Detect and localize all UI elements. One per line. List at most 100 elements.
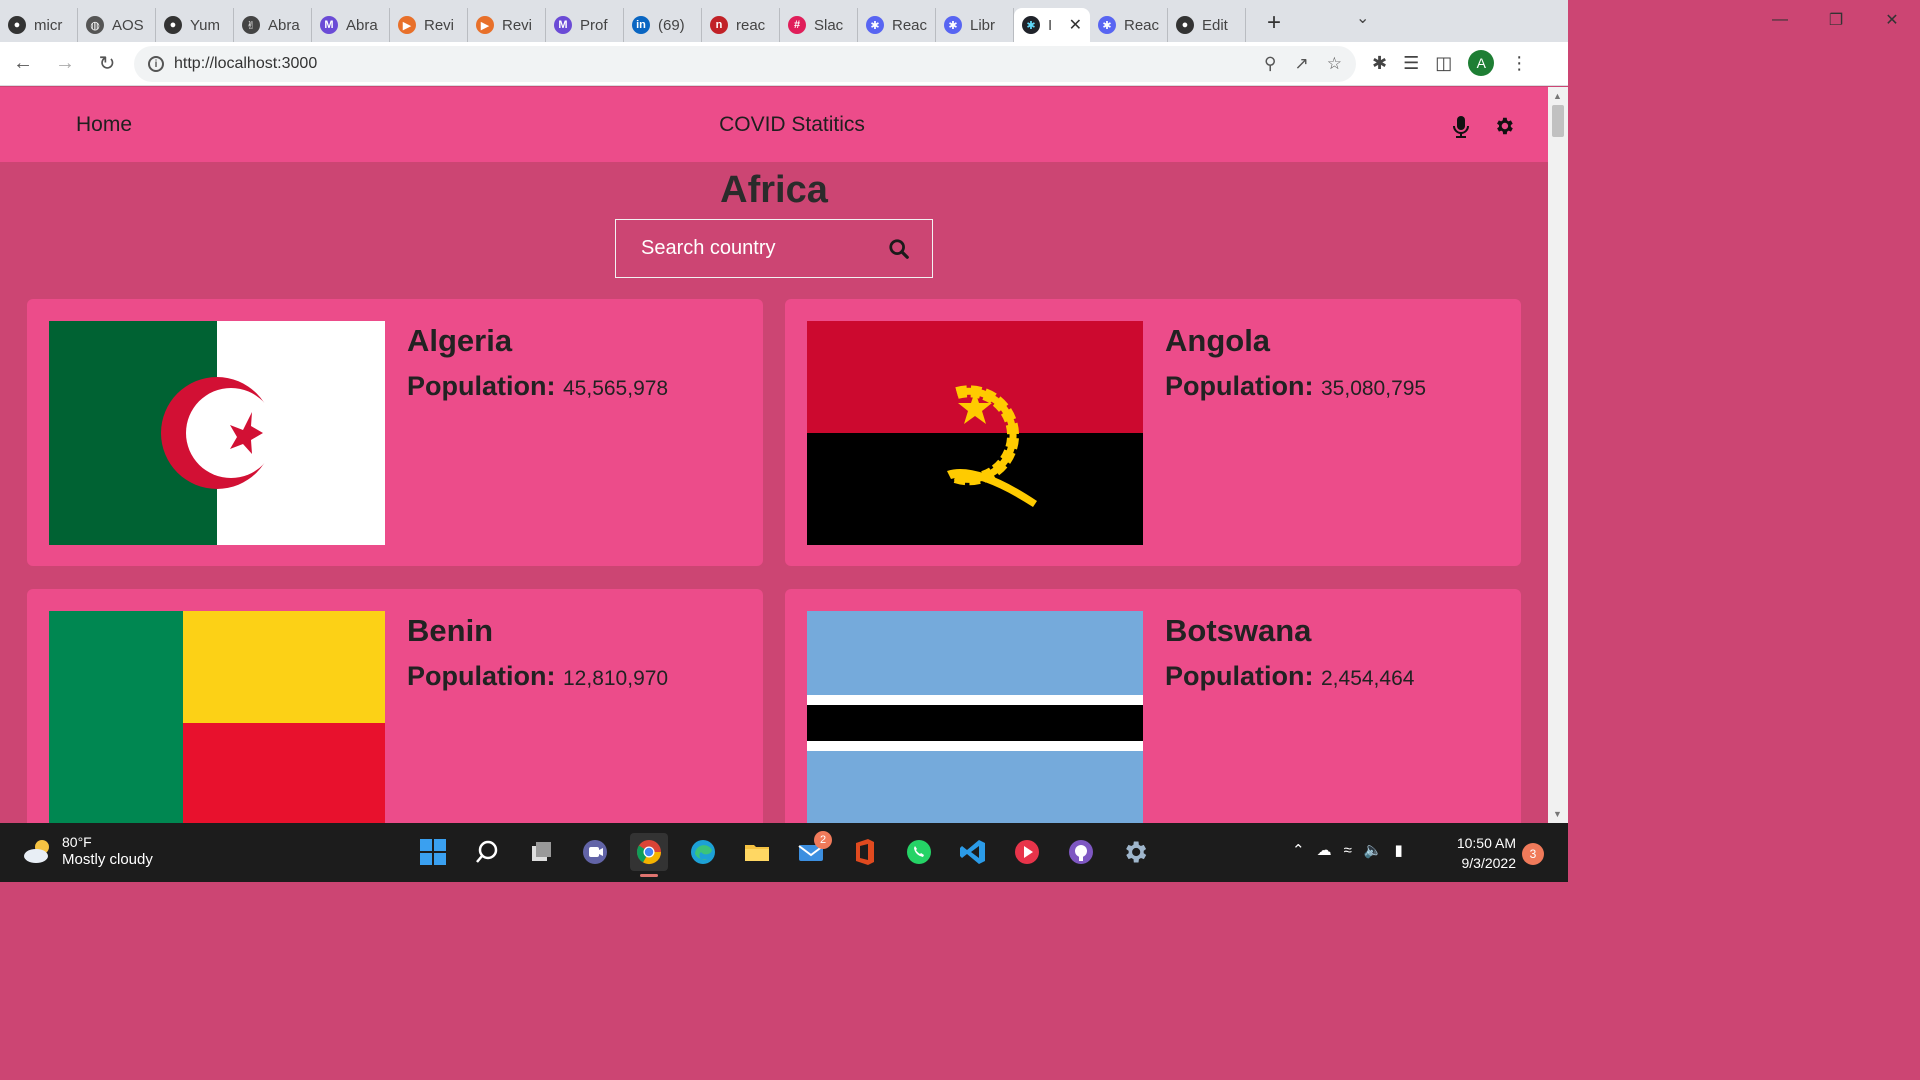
browser-tab[interactable]: M Abra [312, 8, 390, 42]
country-name: Algeria [407, 323, 513, 358]
tab-search-chevron-icon[interactable]: ⌄ [1356, 8, 1369, 28]
site-info-icon[interactable]: i [148, 56, 164, 72]
country-name: Botswana [1165, 613, 1312, 648]
app-title: COVID Statitics [719, 113, 865, 136]
os-taskbar: 80°F Mostly cloudy 2 ⌃ ☁ ≈ 🔈 ▮ 10:50 AM … [0, 823, 1568, 882]
browser-tab[interactable]: ● micr [0, 8, 78, 42]
region-heading: Africa [720, 169, 828, 211]
media-control-icon[interactable]: ☰ [1403, 53, 1419, 74]
browser-tab[interactable]: ◍ AOS [78, 8, 156, 42]
cloudy-weather-icon [24, 840, 49, 863]
search-icon[interactable] [888, 238, 910, 265]
reload-button[interactable]: ↻ [88, 45, 126, 83]
battery-icon[interactable]: ▮ [1395, 841, 1403, 859]
scroll-down-arrow-icon[interactable]: ▼ [1553, 809, 1562, 819]
country-card-algeria[interactable]: Algeria Population: 45,565,978 [27, 299, 763, 566]
back-button[interactable]: ← [4, 45, 42, 83]
population-value: 12,810,970 [563, 667, 669, 690]
file-explorer-icon[interactable] [738, 833, 776, 871]
browser-tab[interactable]: ● Edit [1168, 8, 1246, 42]
react-icon: ✱ [1098, 16, 1116, 34]
browser-tab[interactable]: # Slac [780, 8, 858, 42]
github-icon: ● [164, 16, 182, 34]
taskbar-clock[interactable]: 10:50 AM 9/3/2022 [1448, 833, 1516, 873]
side-panel-icon[interactable]: ◫ [1435, 53, 1452, 74]
country-card-botswana[interactable]: Botswana Population: 2,454,464 [785, 589, 1521, 823]
teams-chat-icon[interactable] [576, 833, 614, 871]
npm-icon: n [710, 16, 728, 34]
population-label: Population: [1165, 661, 1314, 691]
search-box [615, 219, 933, 278]
active-indicator [640, 874, 658, 877]
zoom-icon[interactable]: ⚲ [1264, 54, 1276, 74]
react-icon: ✱ [1022, 16, 1040, 34]
tab-label: I [1048, 16, 1053, 34]
close-tab-icon[interactable]: ✕ [1069, 15, 1082, 35]
browser-tab[interactable]: ✱ Reac [858, 8, 936, 42]
tab-label: Revi [502, 16, 533, 34]
window-controls: — ❐ ✕ [1752, 0, 1920, 40]
taskbar-search-icon[interactable] [468, 833, 506, 871]
profile-avatar[interactable]: A [1468, 50, 1495, 76]
extensions-icon[interactable]: ✱ [1372, 53, 1387, 74]
population-line: Population: 35,080,795 [1165, 371, 1426, 402]
country-grid: Algeria Population: 45,565,978 Angola Po… [27, 299, 1522, 823]
address-bar[interactable]: i http://localhost:3000 ⚲ ↗ ☆ [134, 46, 1356, 82]
taskbar-apps: 2 [414, 831, 1154, 877]
office-app-icon[interactable] [846, 833, 884, 871]
chrome-app-icon[interactable] [630, 833, 668, 877]
browser-tab[interactable]: M Prof [546, 8, 624, 42]
tab-label: Reac [892, 16, 928, 34]
search-input[interactable] [641, 237, 881, 260]
browser-tab[interactable]: ▶ Revi [468, 8, 546, 42]
microphone-icon[interactable] [1452, 115, 1470, 144]
whatsapp-app-icon[interactable] [900, 833, 938, 871]
volume-icon[interactable]: 🔈 [1364, 841, 1383, 859]
app-navbar: Home COVID Statitics [0, 87, 1548, 162]
restore-button[interactable]: ❐ [1808, 0, 1864, 40]
country-card-angola[interactable]: Angola Population: 35,080,795 [785, 299, 1521, 566]
browser-tab[interactable]: ✌ Abra [234, 8, 312, 42]
tab-label: Slac [814, 16, 844, 34]
minimize-button[interactable]: — [1752, 0, 1808, 40]
forward-button[interactable]: → [46, 45, 84, 83]
browser-tab[interactable]: ✱ Reac [1090, 8, 1168, 42]
browser-tab[interactable]: ✱ Libr [936, 8, 1014, 42]
tab-label: Abra [268, 16, 300, 34]
page-scrollbar[interactable]: ▲ ▼ [1548, 87, 1568, 823]
scroll-up-arrow-icon[interactable]: ▲ [1553, 91, 1562, 101]
browser-tab[interactable]: in (69) [624, 8, 702, 42]
react-icon: ✱ [944, 16, 962, 34]
weather-widget[interactable]: 80°F Mostly cloudy [22, 833, 153, 869]
start-button[interactable] [414, 833, 452, 871]
share-icon[interactable]: ↗ [1295, 54, 1309, 74]
notification-badge[interactable]: 3 [1522, 843, 1544, 865]
close-window-button[interactable]: ✕ [1864, 0, 1920, 40]
github-desktop-icon[interactable] [1062, 833, 1100, 871]
task-view-icon[interactable] [522, 833, 560, 871]
population-line: Population: 12,810,970 [407, 661, 668, 692]
wifi-icon[interactable]: ≈ [1344, 842, 1352, 859]
edge-app-icon[interactable] [684, 833, 722, 871]
gear-icon[interactable] [1493, 115, 1515, 142]
weather-description: Mostly cloudy [62, 851, 153, 868]
settings-app-icon[interactable] [1116, 833, 1154, 871]
browser-menu-icon[interactable]: ⋮ [1510, 53, 1528, 74]
browser-toolbar: ← → ↻ i http://localhost:3000 ⚲ ↗ ☆ ✱ ☰ … [0, 42, 1568, 86]
bookmark-star-icon[interactable]: ☆ [1327, 54, 1342, 74]
browser-tab[interactable]: n reac [702, 8, 780, 42]
scrollbar-thumb[interactable] [1552, 105, 1564, 137]
browser-tab[interactable]: ● Yum [156, 8, 234, 42]
browser-tab-active[interactable]: ✱ I ✕ [1014, 8, 1090, 42]
mail-app-icon[interactable]: 2 [792, 831, 832, 871]
new-tab-button[interactable]: + [1258, 7, 1290, 39]
browser-tab[interactable]: ▶ Revi [390, 8, 468, 42]
chevron-up-icon[interactable]: ⌃ [1292, 841, 1305, 859]
onedrive-cloud-icon[interactable]: ☁ [1317, 841, 1332, 859]
github-icon: ● [8, 16, 26, 34]
system-tray: ⌃ ☁ ≈ 🔈 ▮ [1292, 841, 1403, 860]
media-player-icon[interactable] [1008, 833, 1046, 871]
country-card-benin[interactable]: Benin Population: 12,810,970 [27, 589, 763, 823]
vscode-app-icon[interactable] [954, 833, 992, 871]
mail-badge: 2 [814, 831, 832, 849]
